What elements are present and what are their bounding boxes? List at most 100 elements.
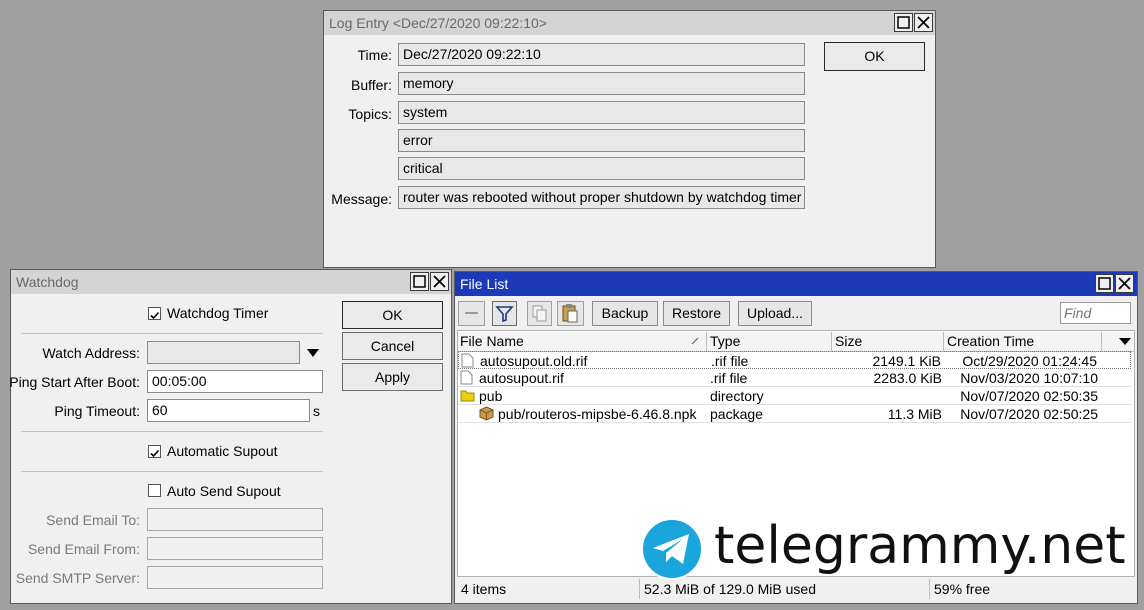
checkmark-icon: [150, 311, 160, 320]
auto-send-supout-checkbox[interactable]: [148, 484, 161, 497]
file-list-title: File List: [460, 276, 509, 292]
find-input[interactable]: [1060, 302, 1131, 324]
filter-button[interactable]: [492, 301, 517, 326]
status-items: 4 items: [457, 579, 640, 599]
message-field[interactable]: router was rebooted without proper shutd…: [398, 186, 805, 209]
ping-timeout-unit: s: [313, 403, 320, 419]
folder-icon: [460, 390, 475, 402]
close-icon: [917, 16, 930, 29]
maximize-button[interactable]: [410, 272, 429, 291]
send-email-to-label: Send Email To:: [46, 512, 140, 528]
close-icon: [433, 275, 446, 288]
paste-icon: [562, 304, 578, 323]
send-smtp-server-label: Send SMTP Server:: [15, 570, 140, 586]
log-entry-titlebar[interactable]: Log Entry <Dec/27/2020 09:22:10>: [324, 11, 935, 35]
watchdog-window: Watchdog Watchdog Timer Watch Address: P…: [9, 269, 452, 604]
watch-address-label: Watch Address:: [42, 345, 140, 361]
buffer-label: Buffer:: [351, 77, 392, 93]
ping-start-input[interactable]: 00:05:00: [147, 370, 323, 393]
column-menu-icon[interactable]: [1118, 337, 1132, 347]
file-icon: [461, 353, 474, 368]
log-ok-button[interactable]: OK: [824, 42, 925, 71]
separator: [21, 431, 323, 432]
table-row[interactable]: autosupout.rif .rif file 2283.0 KiB Nov/…: [458, 369, 1131, 387]
paste-button[interactable]: [557, 301, 584, 326]
file-type: .rif file: [710, 370, 748, 386]
send-email-to-input[interactable]: [147, 508, 323, 531]
watermark: telegrammy.net: [640, 516, 1140, 582]
ping-start-label: Ping Start After Boot:: [9, 374, 140, 390]
table-row[interactable]: pub directory Nov/07/2020 02:50:35: [458, 387, 1131, 405]
package-icon: [479, 406, 494, 421]
maximize-button[interactable]: [1095, 274, 1114, 293]
maximize-icon: [413, 275, 426, 288]
maximize-icon: [1098, 277, 1111, 290]
backup-button[interactable]: Backup: [592, 301, 658, 326]
topic-field-2[interactable]: error: [398, 129, 805, 152]
log-entry-title: Log Entry <Dec/27/2020 09:22:10>: [329, 15, 547, 31]
time-label: Time:: [357, 47, 392, 63]
close-button[interactable]: [1115, 274, 1134, 293]
file-size: 11.3 MiB: [887, 406, 942, 422]
topic-field-1[interactable]: system: [398, 101, 805, 124]
status-used: 52.3 MiB of 129.0 MiB used: [640, 579, 930, 599]
remove-button[interactable]: [458, 301, 485, 326]
checkmark-icon: [150, 449, 160, 458]
file-created: Nov/03/2020 10:07:10: [960, 370, 1098, 386]
watchdog-timer-label: Watchdog Timer: [167, 305, 269, 321]
watchdog-apply-button[interactable]: Apply: [342, 363, 443, 391]
maximize-icon: [897, 16, 910, 29]
auto-send-supout-label: Auto Send Supout: [167, 483, 281, 499]
ping-timeout-input[interactable]: 60: [147, 399, 310, 422]
watchdog-timer-checkbox[interactable]: [148, 307, 161, 320]
column-file-name[interactable]: File Name: [457, 332, 707, 351]
separator: [21, 333, 323, 334]
maximize-button[interactable]: [894, 13, 913, 32]
table-row[interactable]: pub/routeros-mipsbe-6.46.8.npk package 1…: [458, 405, 1131, 423]
dropdown-arrow-icon[interactable]: [306, 348, 320, 358]
column-creation-time[interactable]: Creation Time: [944, 332, 1102, 351]
filter-icon: [495, 306, 514, 323]
close-button[interactable]: [430, 272, 449, 291]
status-free: 59% free: [934, 581, 991, 597]
buffer-field[interactable]: memory: [398, 72, 805, 95]
watch-address-input[interactable]: [147, 341, 300, 364]
time-field[interactable]: Dec/27/2020 09:22:10: [398, 43, 805, 66]
file-name: autosupout.old.rif: [480, 353, 588, 369]
send-email-from-input[interactable]: [147, 537, 323, 560]
separator: [21, 471, 323, 472]
close-button[interactable]: [914, 13, 933, 32]
close-icon: [1118, 277, 1131, 290]
topics-label: Topics:: [348, 106, 392, 122]
upload-button[interactable]: Upload...: [738, 301, 812, 326]
watermark-text: telegrammy.net: [714, 516, 1126, 576]
watchdog-cancel-button[interactable]: Cancel: [342, 332, 443, 360]
send-smtp-server-input[interactable]: [147, 566, 323, 589]
watchdog-titlebar[interactable]: Watchdog: [11, 270, 451, 294]
column-size[interactable]: Size: [832, 332, 944, 351]
file-name: pub: [479, 388, 503, 404]
copy-icon: [532, 305, 547, 322]
file-type: package: [710, 406, 763, 422]
file-created: Nov/07/2020 02:50:25: [960, 406, 1098, 422]
file-icon: [460, 370, 473, 385]
ping-timeout-label: Ping Timeout:: [54, 403, 140, 419]
file-size: 2283.0 KiB: [873, 370, 943, 386]
log-entry-window: Log Entry <Dec/27/2020 09:22:10> Time: D…: [323, 10, 936, 268]
watchdog-title: Watchdog: [16, 274, 79, 290]
file-list-titlebar[interactable]: File List: [455, 272, 1137, 296]
file-created: Nov/07/2020 02:50:35: [960, 388, 1098, 404]
topic-field-3[interactable]: critical: [398, 157, 805, 180]
watchdog-ok-button[interactable]: OK: [342, 301, 443, 329]
file-name: autosupout.rif: [479, 370, 564, 386]
minus-icon: [465, 312, 478, 314]
file-name: pub/routeros-mipsbe-6.46.8.npk: [498, 406, 697, 422]
automatic-supout-label: Automatic Supout: [167, 443, 278, 459]
copy-button[interactable]: [527, 301, 552, 326]
column-type[interactable]: Type: [707, 332, 832, 351]
table-row[interactable]: autosupout.old.rif .rif file 2149.1 KiB …: [458, 351, 1131, 369]
file-created: Oct/29/2020 01:24:45: [962, 353, 1097, 369]
restore-button[interactable]: Restore: [663, 301, 730, 326]
automatic-supout-checkbox[interactable]: [148, 445, 161, 458]
sort-icon: [691, 337, 699, 345]
